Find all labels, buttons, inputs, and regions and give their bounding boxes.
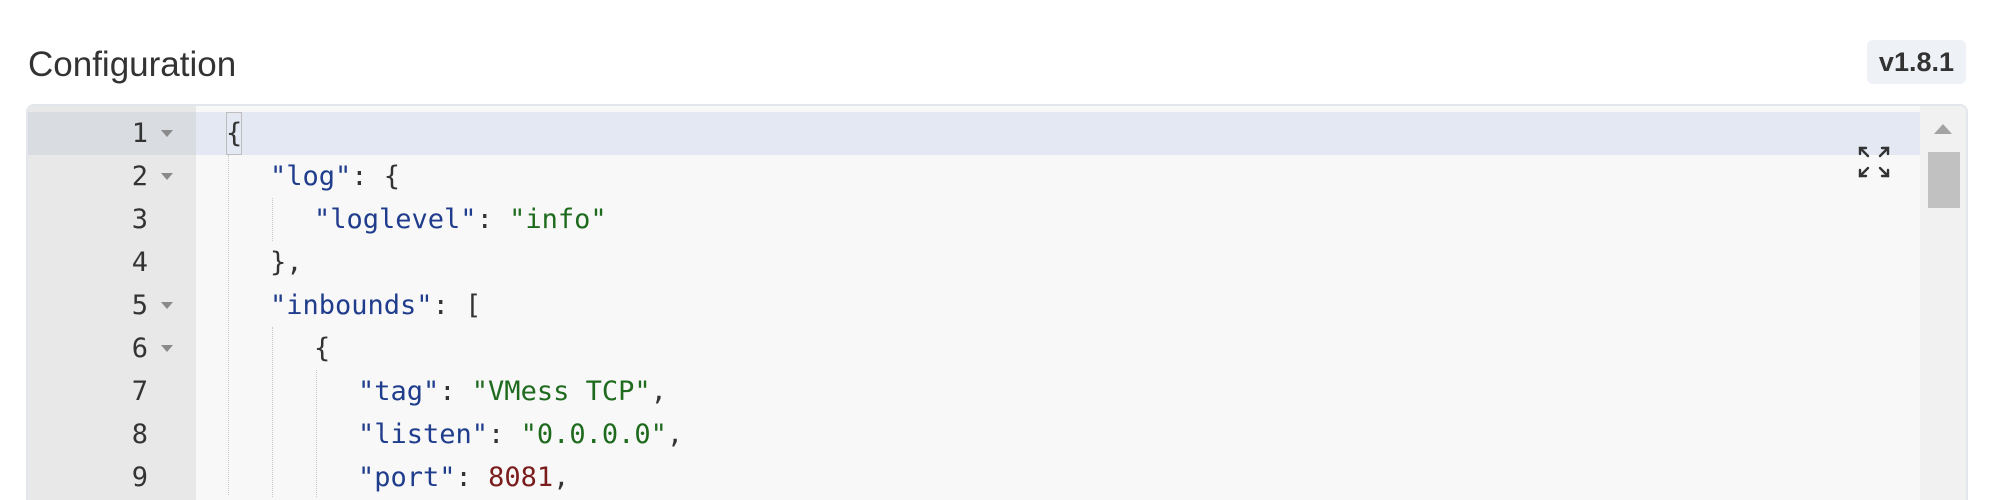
page-title: Configuration (28, 45, 237, 84)
json-editor[interactable]: 1 2 3 4 5 6 7 8 9 { "log": { "loglevel":… (26, 104, 1968, 500)
json-key: "loglevel" (314, 204, 477, 235)
punctuation: : (439, 376, 472, 407)
indent-guide (272, 327, 273, 497)
punctuation: , (553, 462, 570, 493)
punctuation: , (650, 376, 667, 407)
code-line[interactable]: }, (270, 241, 303, 284)
json-string: "0.0.0.0" (520, 419, 667, 450)
line-number: 8 (131, 419, 148, 450)
active-line-highlight (28, 112, 1924, 155)
fold-arrow-icon[interactable] (161, 173, 173, 180)
indent-guide (228, 155, 229, 495)
line-number: 6 (131, 333, 148, 364)
punctuation: : { (351, 161, 401, 192)
punctuation: , (666, 419, 684, 450)
code-line[interactable]: "tag": "VMess TCP", (358, 370, 667, 413)
json-key: "listen" (358, 419, 489, 450)
line-number: 2 (131, 161, 148, 192)
code-line[interactable]: { (226, 112, 243, 155)
vertical-scrollbar[interactable] (1920, 106, 1966, 500)
version-badge: v1.8.1 (1866, 40, 1966, 84)
code-line[interactable]: "loglevel": "info" (314, 198, 607, 241)
fold-arrow-icon[interactable] (161, 302, 173, 309)
json-key: "tag" (358, 376, 440, 407)
scrollbar-thumb[interactable] (1928, 152, 1960, 208)
line-number: 9 (131, 462, 148, 493)
brace: { (226, 112, 243, 155)
line-number: 7 (131, 376, 148, 407)
code-line[interactable]: "port": 8081, (358, 456, 569, 499)
code-line[interactable]: "listen": "0.0.0.0", (358, 413, 683, 456)
indent-guide (316, 370, 317, 497)
json-string: "info" (509, 204, 607, 235)
line-number: 3 (131, 204, 148, 235)
config-page: Configuration v1.8.1 1 2 3 4 5 6 7 8 9 {… (0, 0, 1998, 500)
line-number: 4 (131, 247, 148, 278)
expand-icon-svg (1858, 146, 1890, 178)
json-key: "inbounds" (270, 290, 433, 321)
fold-arrow-icon[interactable] (161, 130, 173, 137)
expand-icon[interactable] (1854, 142, 1894, 182)
punctuation: { (314, 333, 331, 364)
punctuation: }, (270, 247, 303, 278)
json-string: "VMess TCP" (471, 376, 651, 407)
indent-guide (272, 198, 273, 241)
line-number: 1 (131, 118, 148, 149)
punctuation: : (455, 462, 489, 493)
json-key: "log" (270, 161, 352, 192)
punctuation: : [ (432, 290, 482, 321)
fold-arrow-icon[interactable] (161, 345, 173, 352)
punctuation: : (488, 419, 521, 450)
json-number: 8081 (488, 462, 554, 493)
scroll-up-icon[interactable] (1934, 124, 1952, 134)
line-number: 5 (131, 290, 148, 321)
code-line[interactable]: { (314, 327, 330, 370)
punctuation: : (476, 204, 510, 235)
code-line[interactable]: "log": { (270, 155, 400, 198)
code-line[interactable]: "inbounds": [ (270, 284, 481, 327)
json-key: "port" (358, 462, 456, 493)
